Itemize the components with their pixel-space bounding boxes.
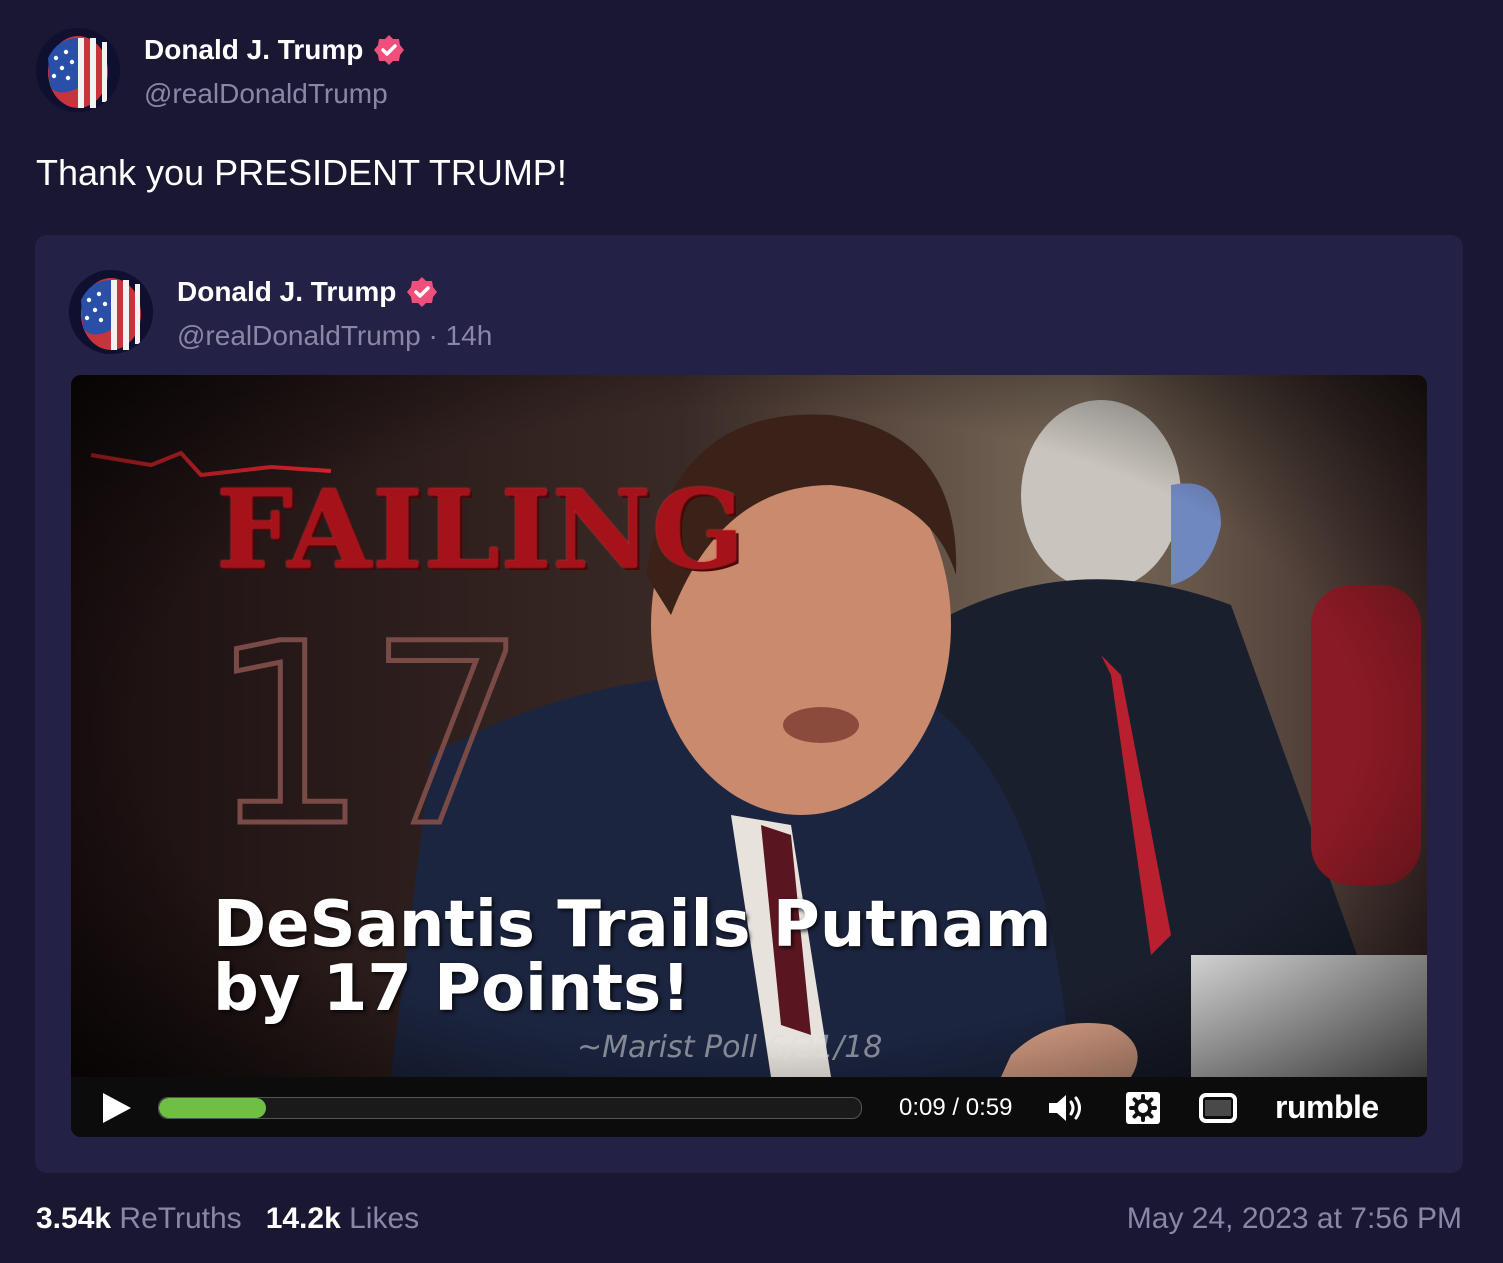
retruths-label: ReTruths [119, 1202, 242, 1235]
verified-badge-icon [406, 276, 438, 308]
post-text: Thank you PRESIDENT TRUMP! [36, 152, 567, 193]
likes-stat[interactable]: 14.2k Likes [266, 1202, 419, 1236]
author-avatar[interactable] [36, 28, 120, 112]
flag-face-avatar-icon [36, 28, 120, 112]
post-stats: 3.54k ReTruths 14.2k Likes [36, 1202, 419, 1236]
quoted-author-name-text: Donald J. Trump [177, 276, 397, 307]
retruths-count: 3.54k [36, 1202, 112, 1235]
video-caption: DeSantis Trails Putnam by 17 Points! [213, 893, 1051, 1021]
rumble-logo[interactable]: rumble [1275, 1089, 1379, 1126]
video-overlay-number: 17 [206, 590, 529, 881]
likes-count: 14.2k [265, 1202, 341, 1235]
settings-icon[interactable] [1123, 1091, 1163, 1125]
verified-badge-icon [373, 34, 405, 66]
play-icon[interactable] [99, 1091, 133, 1125]
quoted-author-handle[interactable]: @realDonaldTrump [177, 320, 421, 351]
author-handle[interactable]: @realDonaldTrump [144, 78, 388, 110]
author-name-text: Donald J. Trump [144, 34, 364, 65]
quoted-author-meta: @realDonaldTrump · 14h [177, 320, 492, 352]
video-overlay-heading: FAILING [216, 467, 746, 593]
author-name[interactable]: Donald J. Trump [144, 34, 405, 66]
video-controls-bar: 0:09 / 0:59 rumble [71, 1077, 1427, 1137]
video-time: 0:09 / 0:59 [899, 1094, 1013, 1121]
video-player[interactable]: FAILING 17 DeSantis Trails Putnam by 17 … [71, 375, 1427, 1137]
post-age: 14h [445, 320, 493, 351]
video-source-note: ~Marist Poll 6/21/18 [577, 1030, 883, 1065]
video-frame[interactable]: FAILING 17 DeSantis Trails Putnam by 17 … [71, 375, 1427, 1077]
video-caption-line-2: by 17 Points! [213, 952, 691, 1026]
post-timestamp[interactable]: May 24, 2023 at 7:56 PM [1127, 1202, 1462, 1236]
flag-face-avatar-icon [69, 270, 153, 354]
video-caption-line-1: DeSantis Trails Putnam [213, 888, 1052, 962]
video-progress-fill [159, 1098, 266, 1118]
video-progress-bar[interactable] [158, 1097, 862, 1119]
fullscreen-icon[interactable] [1198, 1091, 1238, 1125]
quoted-author-avatar[interactable] [69, 270, 153, 354]
retruths-stat[interactable]: 3.54k ReTruths [36, 1202, 242, 1236]
meta-separator: · [428, 320, 438, 351]
likes-label: Likes [349, 1202, 420, 1235]
quoted-author-name[interactable]: Donald J. Trump [177, 276, 438, 308]
volume-icon[interactable] [1046, 1091, 1086, 1125]
